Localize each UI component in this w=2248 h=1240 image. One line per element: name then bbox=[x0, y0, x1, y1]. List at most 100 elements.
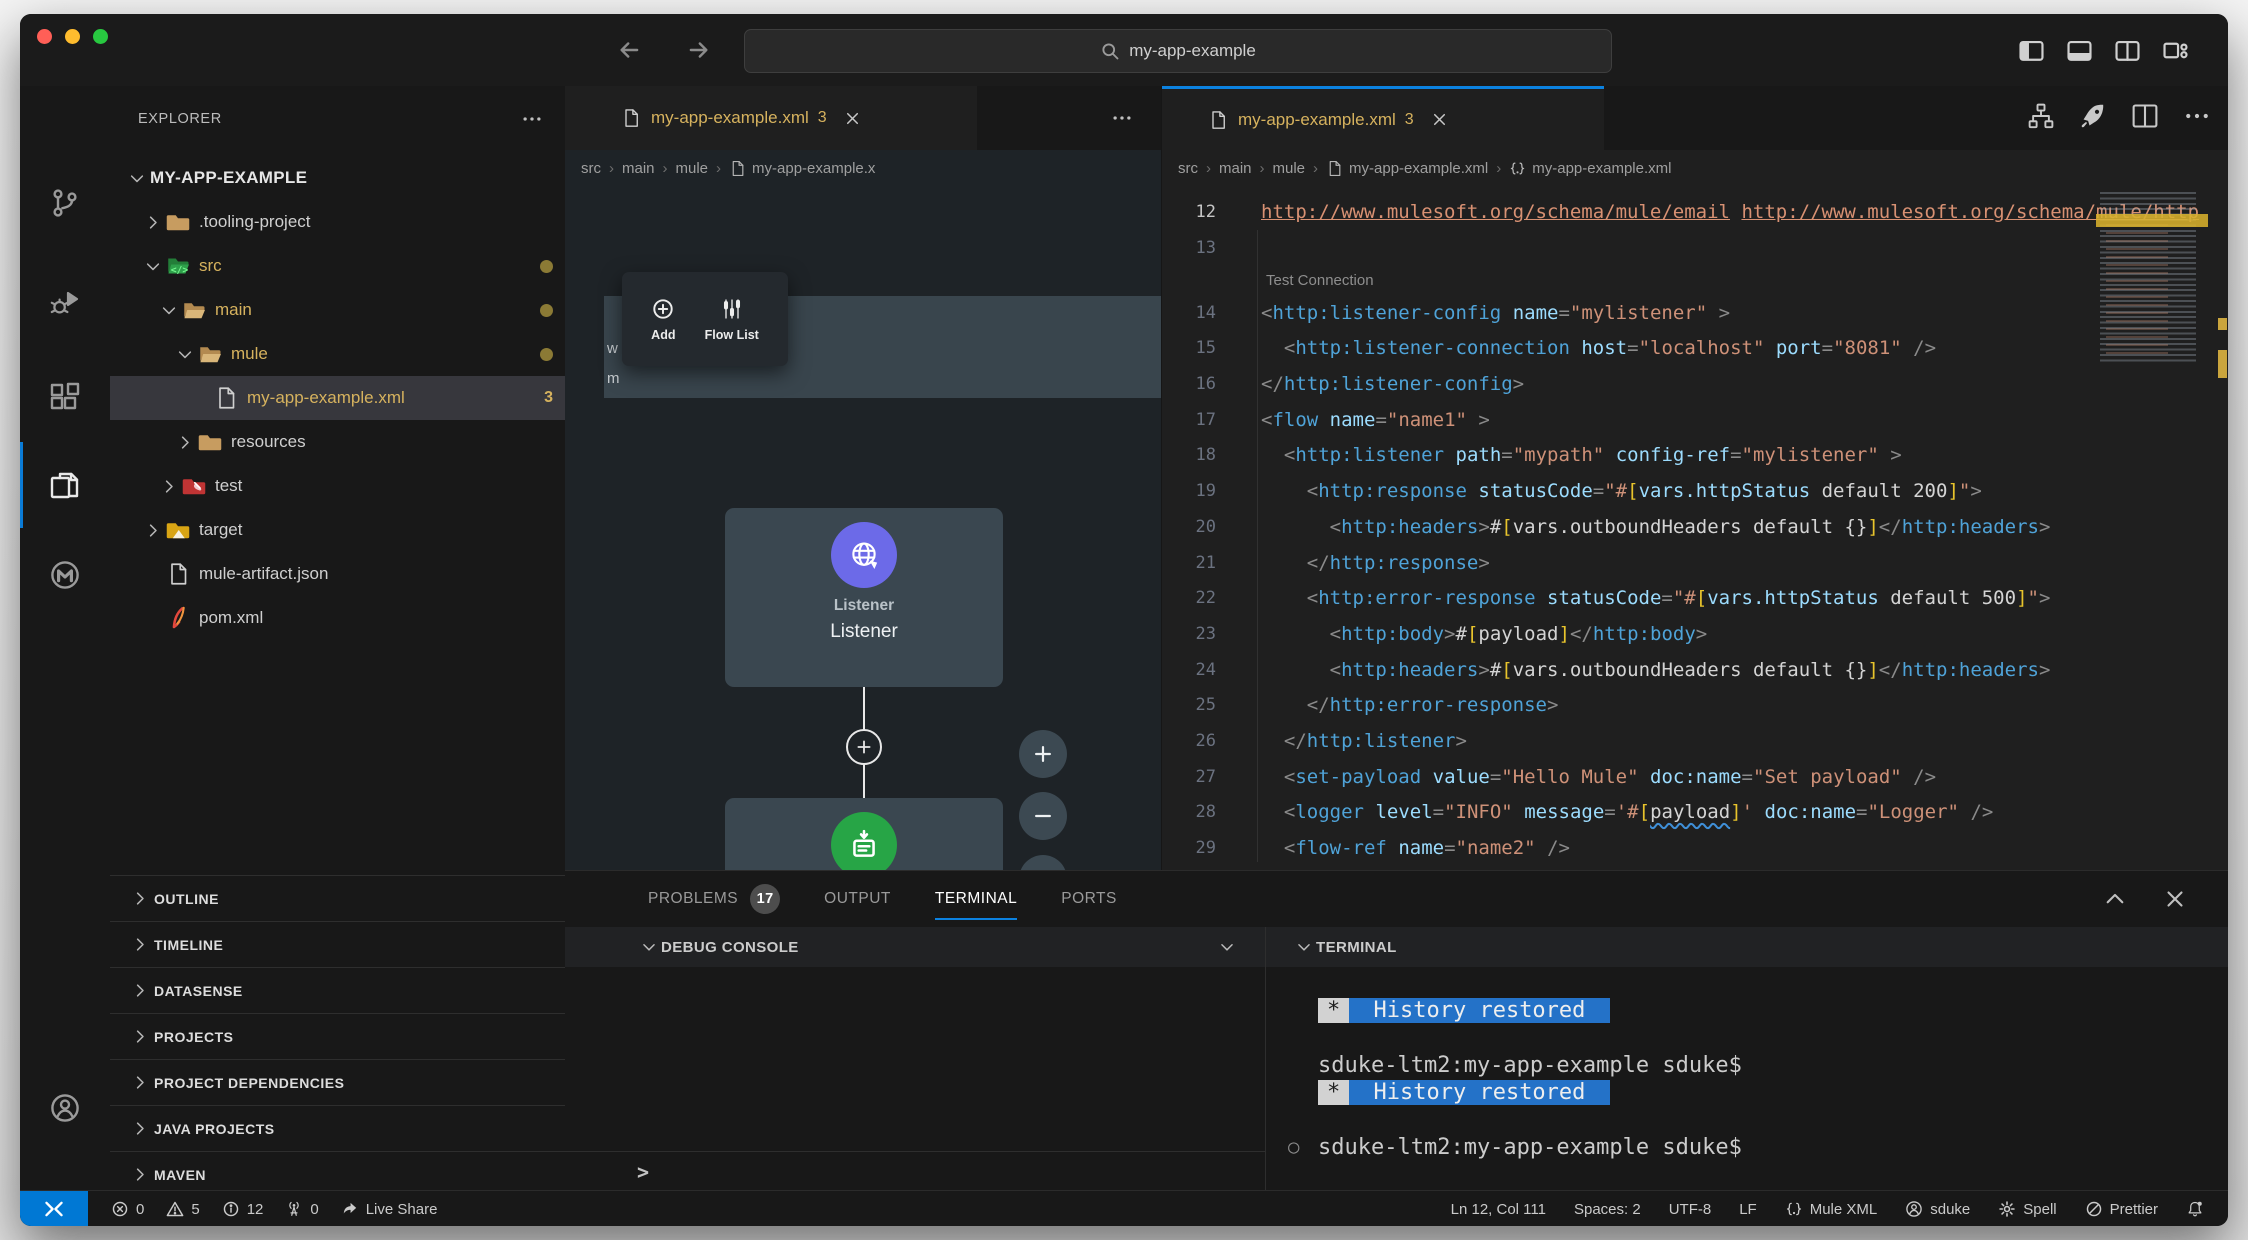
maximize-panel-icon[interactable] bbox=[2102, 886, 2128, 912]
status-item-prettier[interactable]: Prettier bbox=[2071, 1200, 2172, 1218]
panel-split-divider[interactable] bbox=[1265, 927, 1266, 1191]
insert-component-button[interactable] bbox=[846, 729, 882, 765]
maximize-window-button[interactable] bbox=[93, 29, 108, 44]
tree-item-src[interactable]: </> src bbox=[110, 244, 565, 288]
zoom-out-button[interactable] bbox=[1019, 792, 1067, 840]
terminal-output[interactable]: * History restored sduke-ltm2:my-app-exa… bbox=[1288, 997, 2220, 1161]
sidebar-section-timeline[interactable]: TIMELINE bbox=[110, 921, 565, 967]
close-window-button[interactable] bbox=[37, 29, 52, 44]
status-item-ln-12-col-111[interactable]: Ln 12, Col 111 bbox=[1437, 1201, 1560, 1218]
sidebar-section-java-projects[interactable]: JAVA PROJECTS bbox=[110, 1105, 565, 1151]
panel-tab-output[interactable]: OUTPUT bbox=[824, 871, 891, 927]
breadcrumb-item[interactable]: src bbox=[1178, 160, 1198, 177]
terminal-header[interactable]: TERMINAL bbox=[1266, 927, 2228, 967]
tree-item-main[interactable]: main bbox=[110, 288, 565, 332]
status-item-label: Spell bbox=[2023, 1200, 2057, 1218]
debug-console-input[interactable]: > bbox=[565, 1151, 1265, 1192]
sidebar-section-project-dependencies[interactable]: PROJECT DEPENDENCIES bbox=[110, 1059, 565, 1105]
source-control-icon[interactable] bbox=[49, 187, 81, 219]
toggle-splitview-icon[interactable] bbox=[2114, 37, 2141, 64]
status-item-sduke[interactable]: sduke bbox=[1891, 1200, 1984, 1218]
split-editor-icon[interactable] bbox=[2131, 102, 2159, 130]
panel-tab-ports[interactable]: PORTS bbox=[1061, 871, 1117, 927]
status-item-spell[interactable]: Spell bbox=[1984, 1200, 2070, 1218]
minimize-window-button[interactable] bbox=[65, 29, 80, 44]
flow-node-set-payload[interactable]: Set payload Set payload bbox=[725, 798, 1003, 870]
code-editor[interactable]: 12 http://www.mulesoft.org/schema/mule/em… bbox=[1162, 186, 2228, 870]
tree-item-mule-artifact.json[interactable]: mule-artifact.json bbox=[110, 552, 565, 596]
breadcrumb-item[interactable]: main bbox=[622, 160, 655, 177]
extensions-icon[interactable] bbox=[49, 381, 81, 413]
breadcrumb-separator: › bbox=[1206, 159, 1211, 177]
tree-item-test[interactable]: test bbox=[110, 464, 565, 508]
status-item-utf-8[interactable]: UTF-8 bbox=[1655, 1201, 1726, 1218]
navigate-back-icon[interactable] bbox=[616, 37, 642, 63]
navigate-forward-icon[interactable] bbox=[686, 37, 712, 63]
code-line-15: 15 <http:listener-connection host="local… bbox=[1162, 331, 2228, 367]
breadcrumb-item[interactable]: mule bbox=[676, 160, 709, 177]
flow-list-button[interactable]: Flow List bbox=[705, 297, 759, 342]
breadcrumb-item[interactable]: my-app-example.x bbox=[729, 160, 875, 177]
show-mule-graph-icon[interactable] bbox=[2027, 102, 2055, 130]
tab-overflow-icon[interactable] bbox=[1111, 107, 1133, 129]
fit-to-screen-button[interactable] bbox=[1019, 855, 1067, 870]
breadcrumb-item[interactable]: mule bbox=[1273, 160, 1306, 177]
breadcrumb-item[interactable]: my-app-example.xml bbox=[1326, 160, 1488, 177]
sidebar-section-datasense[interactable]: DATASENSE bbox=[110, 967, 565, 1013]
flow-node-listener[interactable]: Listener Listener bbox=[725, 508, 1003, 687]
status-item-12[interactable]: 12 bbox=[211, 1200, 275, 1218]
tree-item-resources[interactable]: resources bbox=[110, 420, 565, 464]
breadcrumb-item[interactable]: main bbox=[1219, 160, 1252, 177]
codelens-test-connection[interactable]: Test Connection bbox=[1162, 265, 2228, 295]
tree-item-pom.xml[interactable]: pom.xml bbox=[110, 596, 565, 640]
debug-console-header[interactable]: DEBUG CONSOLE bbox=[565, 927, 1265, 967]
debug-prompt-chevron: > bbox=[637, 1160, 650, 1184]
tab-my-app-example-xml-right[interactable]: my-app-example.xml 3 bbox=[1162, 86, 1604, 150]
status-item-spaces-2[interactable]: Spaces: 2 bbox=[1560, 1201, 1655, 1218]
code-line-24: 24 <http:headers>#[vars.outboundHeaders … bbox=[1162, 652, 2228, 688]
sidebar-section-projects[interactable]: PROJECTS bbox=[110, 1013, 565, 1059]
remote-indicator[interactable] bbox=[20, 1191, 88, 1226]
breadcrumb-item[interactable]: my-app-example.xml bbox=[1509, 160, 1671, 177]
sidebar-section-maven[interactable]: MAVEN bbox=[110, 1151, 565, 1190]
panel-tab-terminal[interactable]: TERMINAL bbox=[934, 871, 1018, 927]
editor-more-actions-icon[interactable] bbox=[2183, 102, 2211, 130]
tab-my-app-example-xml-left[interactable]: my-app-example.xml 3 bbox=[565, 86, 977, 150]
add-flow-button[interactable]: Add bbox=[651, 297, 675, 342]
status-item-0[interactable]: 0 bbox=[274, 1200, 329, 1218]
tree-item-mule[interactable]: mule bbox=[110, 332, 565, 376]
minimap[interactable] bbox=[2096, 190, 2208, 376]
status-item-live-share[interactable]: Live Share bbox=[330, 1200, 449, 1218]
mulesoft-icon[interactable] bbox=[49, 559, 81, 591]
explorer-more-actions-icon[interactable] bbox=[521, 108, 543, 130]
customize-layout-icon[interactable] bbox=[2162, 37, 2189, 64]
toggle-sidebar-icon[interactable] bbox=[2018, 37, 2045, 64]
breadcrumb-right[interactable]: src › main › mule › my-app-example.xml › my-app-… bbox=[1162, 150, 2228, 186]
tree-item-target[interactable]: target bbox=[110, 508, 565, 552]
status-item-bell[interactable] bbox=[2172, 1200, 2218, 1218]
sidebar-section-outline[interactable]: OUTLINE bbox=[110, 875, 565, 921]
status-item-5[interactable]: 5 bbox=[155, 1200, 210, 1218]
tree-item-my-app-example.xml[interactable]: my-app-example.xml 3 bbox=[110, 376, 565, 420]
zoom-in-button[interactable] bbox=[1019, 730, 1067, 778]
status-item-lf[interactable]: LF bbox=[1725, 1201, 1771, 1218]
breadcrumb-item[interactable]: src bbox=[581, 160, 601, 177]
panel-tab-problems[interactable]: PROBLEMS 17 bbox=[648, 871, 781, 927]
close-tab-icon[interactable] bbox=[843, 109, 862, 128]
debug-filter-dropdown-icon[interactable] bbox=[1215, 938, 1239, 956]
close-panel-icon[interactable] bbox=[2162, 886, 2188, 912]
status-item-0[interactable]: 0 bbox=[100, 1200, 155, 1218]
tree-item-root[interactable]: MY-APP-EXAMPLE bbox=[110, 156, 565, 200]
deploy-rocket-icon[interactable] bbox=[2079, 102, 2107, 130]
breadcrumb-left[interactable]: src › main › mule › my-app-example.x bbox=[565, 150, 1161, 186]
account-icon[interactable] bbox=[49, 1092, 81, 1124]
run-debug-icon[interactable] bbox=[49, 286, 81, 318]
status-item-mule-xml[interactable]: Mule XML bbox=[1771, 1200, 1892, 1218]
tree-item-.tooling-project[interactable]: .tooling-project bbox=[110, 200, 565, 244]
breadcrumb-separator: › bbox=[609, 159, 614, 177]
close-tab-icon[interactable] bbox=[1430, 110, 1449, 129]
toggle-panel-icon[interactable] bbox=[2066, 37, 2093, 64]
explorer-icon[interactable] bbox=[49, 469, 81, 501]
command-center-search[interactable]: my-app-example bbox=[744, 29, 1612, 73]
code-text: <http:headers>#[vars.outboundHeaders def… bbox=[1329, 658, 2051, 681]
